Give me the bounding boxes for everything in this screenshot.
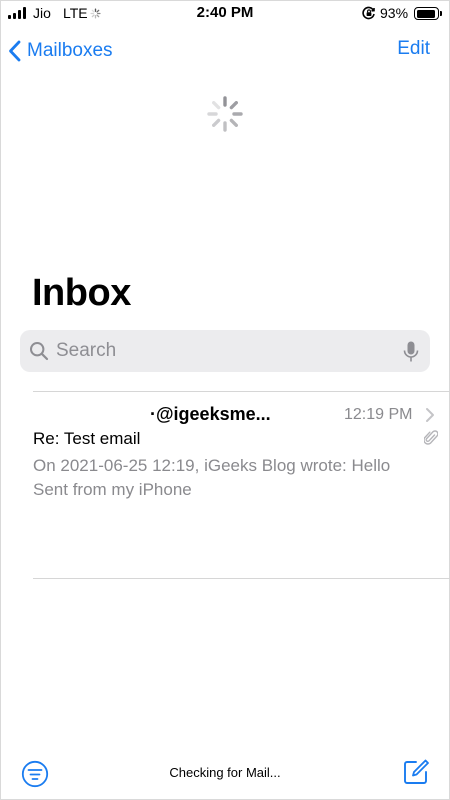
- back-button-label: Mailboxes: [27, 40, 113, 61]
- mail-status-text: Checking for Mail...: [169, 765, 281, 780]
- message-sender: ·@igeeksme...: [150, 404, 271, 424]
- loading-spinner-icon: [207, 96, 243, 132]
- microphone-icon[interactable]: [403, 341, 419, 363]
- battery-fill: [416, 9, 436, 18]
- mailboxes-back-button[interactable]: Mailboxes: [8, 36, 113, 66]
- battery-icon: [414, 7, 439, 20]
- list-bottom-separator: [33, 578, 450, 579]
- message-row[interactable]: ·@igeeksme... 12:19 PM Re: Test email On…: [0, 392, 450, 578]
- battery-cap: [440, 11, 442, 16]
- compose-icon[interactable]: [402, 758, 430, 786]
- message-subject: Re: Test email: [33, 429, 141, 448]
- battery-percent: 93%: [380, 5, 409, 21]
- chevron-left-icon: [9, 40, 21, 62]
- status-bar: Jio LTE 2:40 PM 93%: [0, 0, 450, 26]
- search-icon: [30, 342, 49, 361]
- message-time: 12:19 PM: [344, 406, 413, 423]
- search-input[interactable]: [56, 330, 386, 372]
- message-preview: On 2021-06-25 12:19, iGeeks Blog wrote: …: [33, 456, 391, 499]
- chevron-right-icon: [426, 408, 434, 422]
- edit-button[interactable]: Edit: [397, 38, 430, 60]
- rotation-lock-icon: [362, 6, 375, 20]
- paperclip-icon: [424, 430, 438, 445]
- search-bar[interactable]: [20, 330, 430, 372]
- page-title: Inbox: [32, 272, 131, 314]
